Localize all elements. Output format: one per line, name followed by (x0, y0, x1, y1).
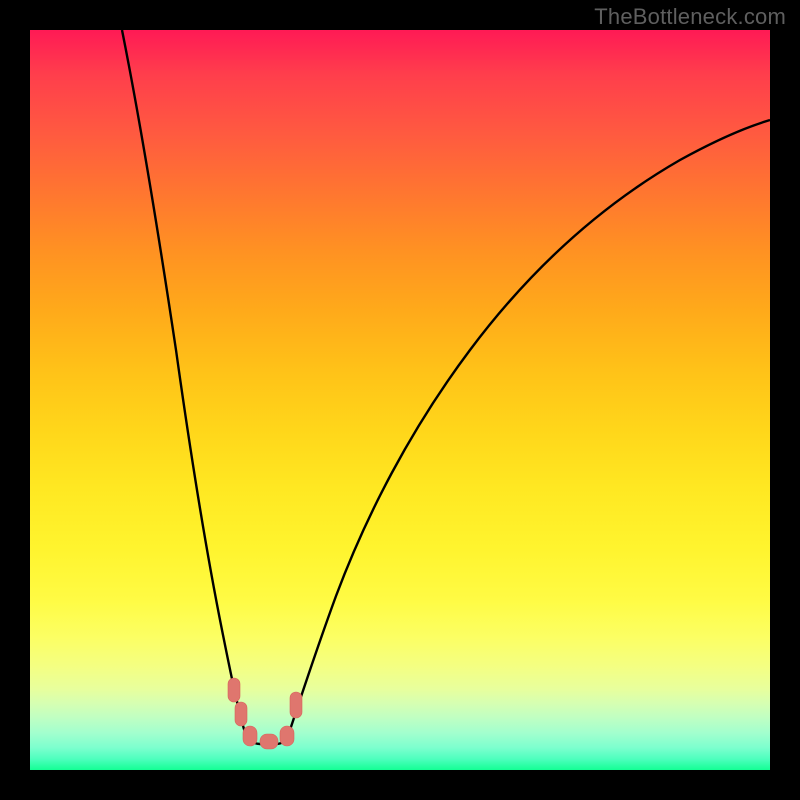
marker (228, 678, 240, 702)
valley-markers (228, 678, 302, 749)
curve-right-branch (288, 120, 770, 736)
bottleneck-curve (30, 30, 770, 770)
marker (243, 726, 257, 746)
attribution-watermark: TheBottleneck.com (594, 4, 786, 30)
marker (280, 726, 294, 746)
marker (290, 692, 302, 718)
marker (260, 734, 278, 749)
plot-area (30, 30, 770, 770)
curve-left-branch (122, 30, 246, 736)
chart-frame: TheBottleneck.com (0, 0, 800, 800)
marker (235, 702, 247, 726)
